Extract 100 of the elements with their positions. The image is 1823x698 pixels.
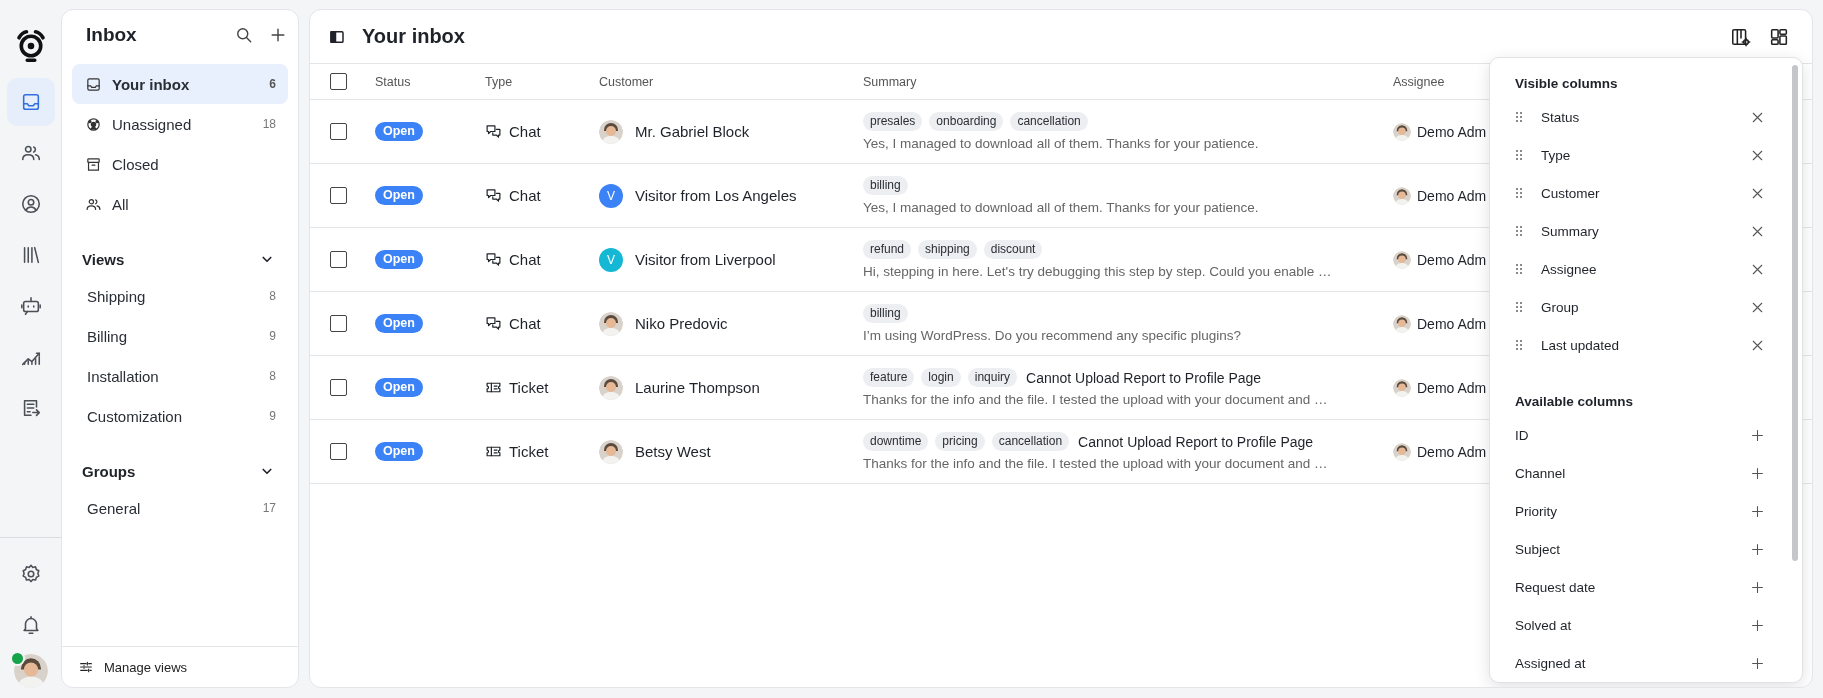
- subject-text: Cannot Upload Report to Profile Page: [1026, 369, 1262, 386]
- avatar: V: [599, 247, 623, 272]
- item-label: Shipping: [87, 287, 147, 305]
- avatar: [599, 375, 623, 400]
- avatar: V: [599, 183, 623, 208]
- item-label: Unassigned: [112, 115, 193, 133]
- customer-name: Visitor from Los Angeles: [635, 187, 797, 204]
- column-header[interactable]: Type: [485, 74, 513, 89]
- status-badge: Open: [375, 250, 423, 269]
- tag: pricing: [935, 432, 985, 451]
- assignee-name: Demo Adm: [1417, 251, 1487, 268]
- sidebar-item[interactable]: Shipping 8: [72, 276, 288, 316]
- avatar: [1393, 314, 1411, 333]
- avatar: [1393, 378, 1411, 397]
- column-header[interactable]: Summary: [863, 74, 917, 89]
- avatar: [599, 311, 623, 336]
- column-name: Request date: [1515, 579, 1597, 595]
- sidebar-item[interactable]: Customization 9: [72, 396, 288, 436]
- avatar: [1393, 122, 1411, 141]
- column-name: Group: [1541, 299, 1580, 315]
- manage-views-button[interactable]: Manage views: [78, 657, 188, 677]
- chat-icon: [485, 187, 502, 204]
- user-circle-icon: [19, 193, 42, 215]
- sidebar-item[interactable]: Closed: [72, 144, 288, 184]
- section-title: Visible columns: [1515, 74, 1619, 93]
- checkbox[interactable]: [330, 315, 347, 332]
- tag: discount: [983, 240, 1043, 259]
- type-label: Chat: [509, 123, 541, 140]
- sliders-icon: [78, 659, 94, 675]
- assignee-name: Demo Adm: [1417, 187, 1487, 204]
- customer-name: Betsy West: [635, 443, 711, 460]
- item-label: Installation: [87, 367, 160, 385]
- bot-icon: [19, 295, 42, 317]
- sidebar-item[interactable]: Your inbox 6: [72, 64, 288, 104]
- sidebar-item[interactable]: Unassigned 18: [72, 104, 288, 144]
- column-name: Solved at: [1515, 617, 1573, 633]
- avatar: [1393, 442, 1411, 461]
- assignee-name: Demo Adm: [1417, 123, 1487, 140]
- message-preview: I’m using WordPress. Do you recommend any specific plugins?: [863, 328, 1241, 343]
- column-name: Priority: [1515, 503, 1558, 519]
- item-label: All: [112, 195, 130, 213]
- page-title: Your inbox: [362, 25, 465, 48]
- item-label: Closed: [112, 155, 160, 173]
- customer-name: Laurine Thompson: [635, 379, 760, 396]
- column-name: Status: [1541, 109, 1581, 125]
- tag: login: [921, 368, 961, 387]
- tag: downtime: [863, 432, 929, 451]
- checkbox[interactable]: [330, 379, 347, 396]
- sidebar-item[interactable]: Billing 9: [72, 316, 288, 356]
- column-name: Assignee: [1541, 261, 1598, 277]
- inbox-icon: [85, 75, 102, 93]
- tag: inquiry: [967, 368, 1018, 387]
- column-name: Last updated: [1541, 337, 1621, 353]
- checkbox[interactable]: [330, 251, 347, 268]
- column-header[interactable]: Assignee: [1393, 74, 1445, 89]
- checkbox[interactable]: [330, 187, 347, 204]
- item-count: 6: [269, 77, 276, 91]
- column-header[interactable]: Status: [375, 74, 411, 89]
- type-label: Chat: [509, 315, 541, 332]
- search-icon[interactable]: [234, 25, 254, 45]
- checkbox[interactable]: [330, 73, 347, 90]
- avatar: [1393, 250, 1411, 269]
- sidebar-item[interactable]: All: [72, 184, 288, 224]
- column-name: ID: [1515, 427, 1530, 443]
- avatar: [1393, 186, 1411, 205]
- profile-avatar[interactable]: [13, 654, 48, 688]
- archive-icon: [85, 155, 102, 173]
- section-title: Views: [82, 250, 126, 268]
- item-label: Your inbox: [112, 75, 191, 93]
- chat-icon: [485, 123, 502, 140]
- item-label: Billing: [87, 327, 129, 345]
- item-count: 8: [269, 289, 276, 303]
- item-count: 17: [262, 501, 276, 515]
- checkbox[interactable]: [330, 123, 347, 140]
- nav-button[interactable]: [6, 78, 55, 126]
- assignee-name: Demo Adm: [1417, 315, 1487, 332]
- checkbox[interactable]: [330, 443, 347, 460]
- message-preview: Hi, stepping in here. Let's try debugging this step by step. Could you enable …: [863, 264, 1332, 279]
- item-label: Customization: [87, 407, 184, 425]
- avatar: [599, 119, 623, 144]
- sidebar-item[interactable]: Installation 8: [72, 356, 288, 396]
- message-preview: Thanks for the info and the file. I tested the upload with your document and …: [863, 456, 1328, 471]
- status-badge: Open: [375, 442, 423, 461]
- tag: feature: [863, 368, 915, 387]
- column-name: Summary: [1541, 223, 1600, 239]
- tag: onboarding: [929, 112, 1004, 131]
- avatar: [599, 439, 623, 464]
- settings-icon: [19, 563, 42, 585]
- status-badge: Open: [375, 378, 423, 397]
- type-label: Ticket: [509, 379, 549, 396]
- assignee-name: Demo Adm: [1417, 379, 1487, 396]
- column-header[interactable]: Customer: [599, 74, 654, 89]
- sidebar-title: Inbox: [86, 24, 138, 46]
- sidebar-item[interactable]: General 17: [72, 488, 288, 528]
- section-title: Available columns: [1515, 392, 1635, 411]
- column-name: Channel: [1515, 465, 1567, 481]
- message-preview: Yes, I managed to download all of them. Thanks for your patience.: [863, 136, 1259, 151]
- scrollbar[interactable]: [1792, 65, 1798, 561]
- type-label: Ticket: [509, 443, 549, 460]
- tag: shipping: [918, 240, 977, 259]
